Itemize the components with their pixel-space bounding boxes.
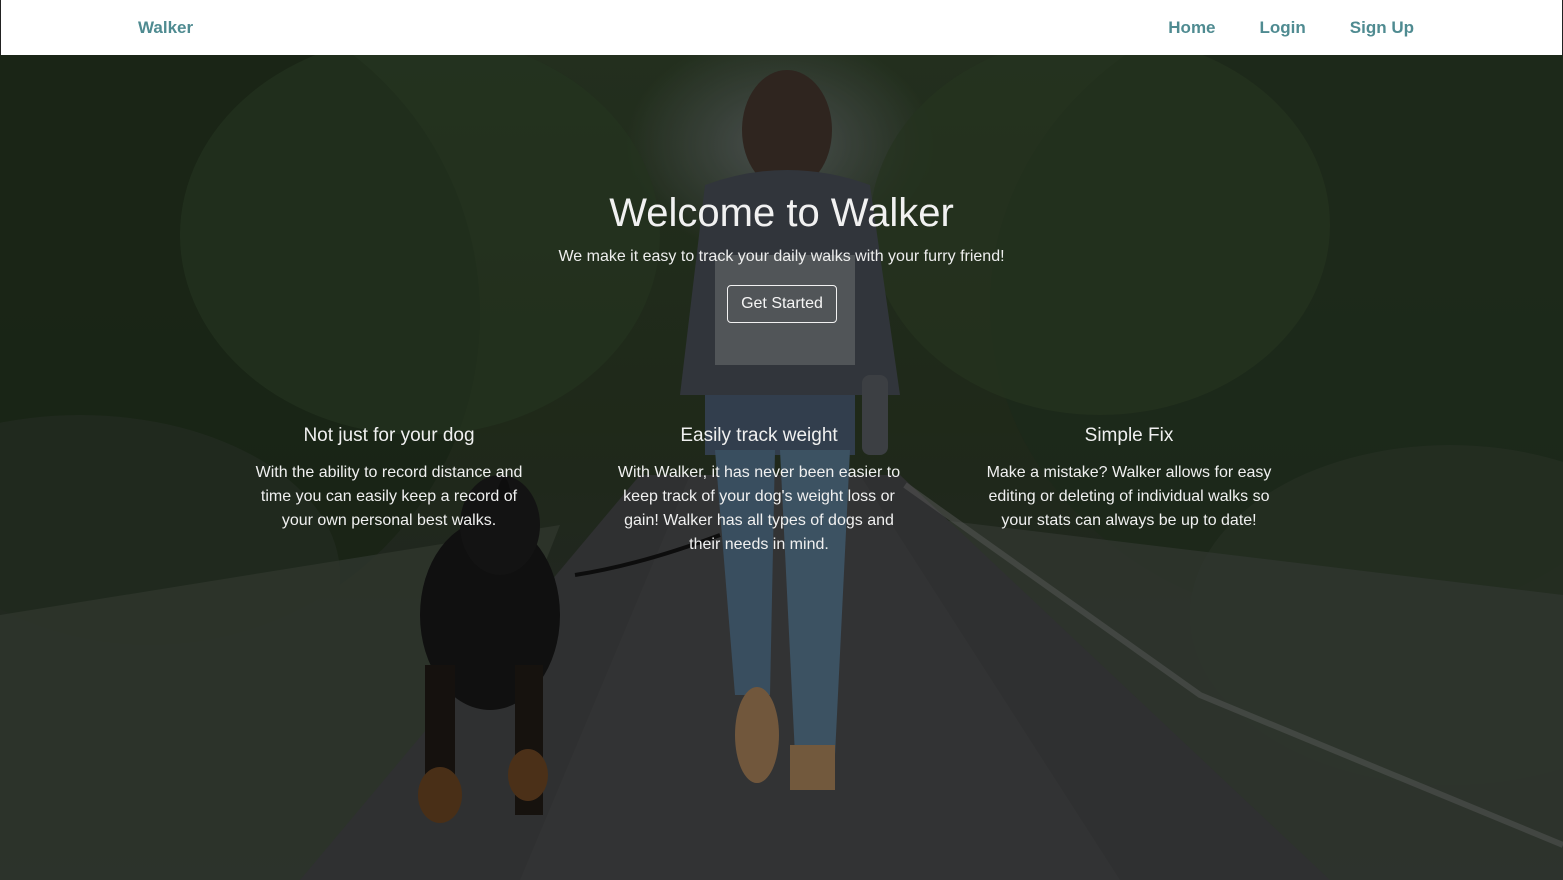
hero-subtitle: We make it easy to track your daily walk… bbox=[558, 248, 1005, 265]
nav-links: Home Login Sign Up bbox=[1168, 18, 1414, 38]
feature-card: Simple Fix Make a mistake? Walker allows… bbox=[984, 425, 1274, 533]
feature-text: With Walker, it has never been easier to… bbox=[617, 464, 901, 553]
feature-title: Not just for your dog bbox=[303, 425, 475, 446]
nav-home-link[interactable]: Home bbox=[1168, 18, 1215, 38]
brand-link[interactable]: Walker bbox=[138, 18, 193, 38]
feature-card: Not just for your dog With the ability t… bbox=[249, 425, 529, 533]
top-navbar: Walker Home Login Sign Up bbox=[0, 0, 1563, 55]
nav-signup-link[interactable]: Sign Up bbox=[1350, 18, 1414, 38]
hero-section: Welcome to Walker We make it easy to tra… bbox=[0, 55, 1563, 880]
nav-login-link[interactable]: Login bbox=[1260, 18, 1306, 38]
feature-card: Easily track weight With Walker, it has … bbox=[617, 425, 901, 557]
feature-title: Simple Fix bbox=[1084, 425, 1174, 446]
feature-text: Make a mistake? Walker allows for easy e… bbox=[986, 464, 1272, 529]
feature-title: Easily track weight bbox=[680, 425, 838, 446]
hero-title: Welcome to Walker bbox=[609, 191, 954, 235]
feature-text: With the ability to record distance and … bbox=[255, 464, 523, 529]
get-started-button[interactable]: Get Started bbox=[727, 285, 837, 323]
